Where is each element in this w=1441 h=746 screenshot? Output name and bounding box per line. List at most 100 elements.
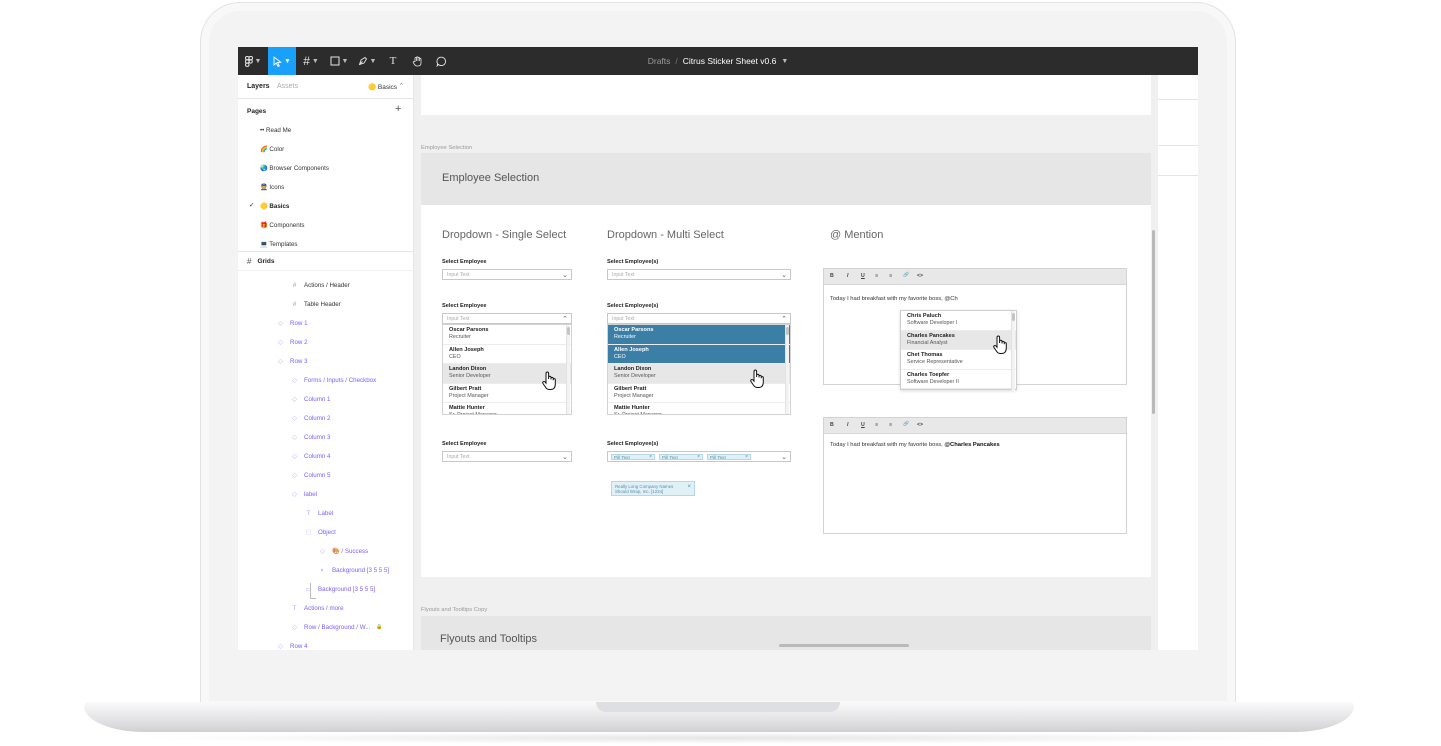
list-item[interactable]: Mattie HunterSr. Project Manager (443, 403, 571, 414)
frame-above[interactable] (421, 75, 1151, 115)
breadcrumb-drafts[interactable]: Drafts (648, 56, 671, 66)
shape-tool-button[interactable]: ▼ (326, 47, 352, 75)
link-icon[interactable]: 🔗 (903, 422, 909, 427)
page-item-components[interactable]: 🎁 Components (260, 219, 305, 231)
underline-button[interactable]: U (861, 273, 865, 279)
page-item-browser-components[interactable]: 🌏 Browser Components (260, 162, 329, 174)
comment-tool-button[interactable] (432, 47, 450, 75)
dropdown-scrollbar[interactable] (566, 325, 570, 414)
tab-layers[interactable]: Layers (247, 83, 270, 90)
list-item-selected[interactable]: Oscar Parsons Recruiter (608, 325, 790, 345)
chevron-down-icon[interactable]: ⌄ (781, 453, 787, 461)
bold-button[interactable]: B (830, 422, 834, 428)
long-pill-tag[interactable]: Really Long Company Names Should Wrap, I… (611, 481, 695, 496)
mention-tag[interactable]: @Charles Pancakes (944, 442, 999, 448)
list-item-selected[interactable]: Allen Joseph CEO (608, 344, 790, 365)
layer-item[interactable]: ◇ Row / Background / W... 🔒 (290, 621, 383, 633)
close-icon[interactable]: × (687, 484, 691, 490)
frame-label-employee-selection[interactable]: Employee Selection (421, 145, 472, 151)
add-page-button[interactable]: + (395, 103, 401, 115)
tab-assets[interactable]: Assets (277, 83, 298, 90)
chevron-down-icon[interactable]: ⌄ (562, 453, 568, 461)
list-item[interactable]: Allen Joseph CEO (443, 345, 571, 365)
list-button[interactable]: ≡ (875, 422, 878, 428)
code-button[interactable]: <> (917, 422, 923, 428)
chevron-up-icon[interactable]: ⌃ (562, 315, 568, 323)
layer-item[interactable]: ◇ Forms / Inputs / Checkbox (290, 374, 376, 386)
layer-item[interactable]: ◇ 🎨 / Success (318, 545, 368, 557)
close-icon[interactable]: × (745, 455, 748, 460)
layer-item[interactable]: ◇ Column 2 (290, 412, 330, 424)
rich-text-editor[interactable]: B I U ≡ ≡ 🔗 <> Today I had breakfast wit… (823, 417, 1127, 534)
chevron-up-icon[interactable]: ^ (400, 83, 403, 89)
link-icon[interactable]: 🔗 (903, 273, 909, 278)
dropdown-scrollbar[interactable] (1011, 311, 1015, 391)
layer-item[interactable]: T Label (304, 507, 334, 519)
canvas-horizontal-scrollbar[interactable] (779, 644, 909, 647)
italic-button[interactable]: I (847, 273, 848, 279)
canvas-vertical-scrollbar[interactable] (1152, 230, 1155, 414)
layer-item[interactable]: # Actions / Header (290, 279, 350, 291)
single-select-input[interactable]: Input Text ⌄ (442, 451, 572, 462)
layer-grids[interactable]: # Grids (247, 257, 274, 266)
dropdown-scrollbar-thumb[interactable] (786, 327, 789, 335)
page-item-color[interactable]: 🌈 Color (260, 143, 284, 155)
pen-tool-button[interactable]: ▼ (354, 47, 380, 75)
list-item[interactable]: Oscar Parsons Recruiter (443, 325, 571, 345)
numbered-list-button[interactable]: ≡ (889, 273, 892, 279)
list-item[interactable]: Mattie HunterSr. Project Manager (608, 403, 790, 414)
page-switcher[interactable]: 🟡 Basics (368, 83, 397, 91)
close-icon[interactable]: × (649, 455, 652, 460)
multi-select-input-open[interactable]: Input Text ⌃ (607, 313, 791, 324)
multi-select-input-with-pills[interactable]: Pill Text × Pill Text × Pill Text × ⌄ (607, 451, 791, 462)
chevron-down-icon[interactable]: ⌄ (562, 271, 568, 279)
dropdown-scrollbar-thumb[interactable] (1012, 313, 1015, 321)
italic-button[interactable]: I (847, 422, 848, 428)
chevron-down-icon[interactable]: ⌄ (781, 271, 787, 279)
layer-item[interactable]: ⬚ Object (304, 526, 335, 538)
page-item-read-me[interactable]: •• Read Me (260, 124, 291, 136)
layer-item[interactable]: ◇ Row 1 (276, 317, 308, 329)
layer-item[interactable]: ◇ Column 1 (290, 393, 330, 405)
bold-button[interactable]: B (830, 273, 834, 279)
mention-option[interactable]: Charles Toepfer Software Developer II (901, 370, 1016, 390)
layer-item[interactable]: T Actions / more (290, 602, 344, 614)
pill-tag[interactable]: Pill Text × (611, 454, 655, 460)
numbered-list-button[interactable]: ≡ (889, 422, 892, 428)
dropdown-scrollbar[interactable] (785, 325, 789, 414)
lock-icon[interactable]: 🔒 (376, 624, 382, 630)
page-item-icons[interactable]: 👮 Icons (260, 181, 284, 193)
frame-label-flyouts[interactable]: Flyouts and Tooltips Copy (421, 607, 487, 613)
design-canvas[interactable]: Employee Selection Employee Selection Dr… (414, 75, 1198, 650)
page-item-basics[interactable]: 🟡 Basics (260, 200, 289, 212)
dropdown-scrollbar-thumb[interactable] (567, 327, 570, 335)
pill-tag[interactable]: Pill Text × (659, 454, 703, 460)
code-button[interactable]: <> (917, 273, 923, 279)
chevron-down-icon[interactable]: ▼ (781, 58, 788, 65)
layer-item[interactable]: ◇ Row 4 (276, 640, 308, 651)
editor-content[interactable]: Today I had breakfast with my favorite b… (830, 296, 958, 302)
layer-item[interactable]: # Table Header (290, 298, 341, 310)
multi-select-input[interactable]: Input Text ⌄ (607, 269, 791, 280)
underline-button[interactable]: U (861, 422, 865, 428)
layer-item[interactable]: ◇ Row 2 (276, 336, 308, 348)
layer-item[interactable]: ◇ label (290, 488, 317, 500)
single-select-input[interactable]: Input Text ⌄ (442, 269, 572, 280)
chevron-up-icon[interactable]: ⌃ (781, 315, 787, 323)
text-tool-button[interactable]: T (384, 47, 402, 75)
frame-tool-button[interactable]: # ▼ (298, 47, 324, 75)
layer-item[interactable]: ◇ Column 5 (290, 469, 330, 481)
mention-option[interactable]: Chris Paluch Software Developer I (901, 311, 1016, 331)
page-item-templates[interactable]: 💻 Templates (260, 238, 298, 250)
layer-item[interactable]: ◐ Background [3 5 5 5] (318, 564, 390, 576)
layer-item[interactable]: ◇ Column 3 (290, 431, 330, 443)
list-button[interactable]: ≡ (875, 273, 878, 279)
layer-item[interactable]: ◇ Column 4 (290, 450, 330, 462)
move-tool-button[interactable]: ▼ (268, 47, 296, 75)
pill-tag[interactable]: Pill Text × (707, 454, 751, 460)
single-select-input-open[interactable]: Input Text ⌃ (442, 313, 572, 324)
close-icon[interactable]: × (697, 455, 700, 460)
hand-tool-button[interactable] (408, 47, 426, 75)
editor-content[interactable]: Today I had breakfast with my favorite b… (830, 442, 1000, 448)
layer-item[interactable]: ◇ Row 3 (276, 355, 308, 367)
